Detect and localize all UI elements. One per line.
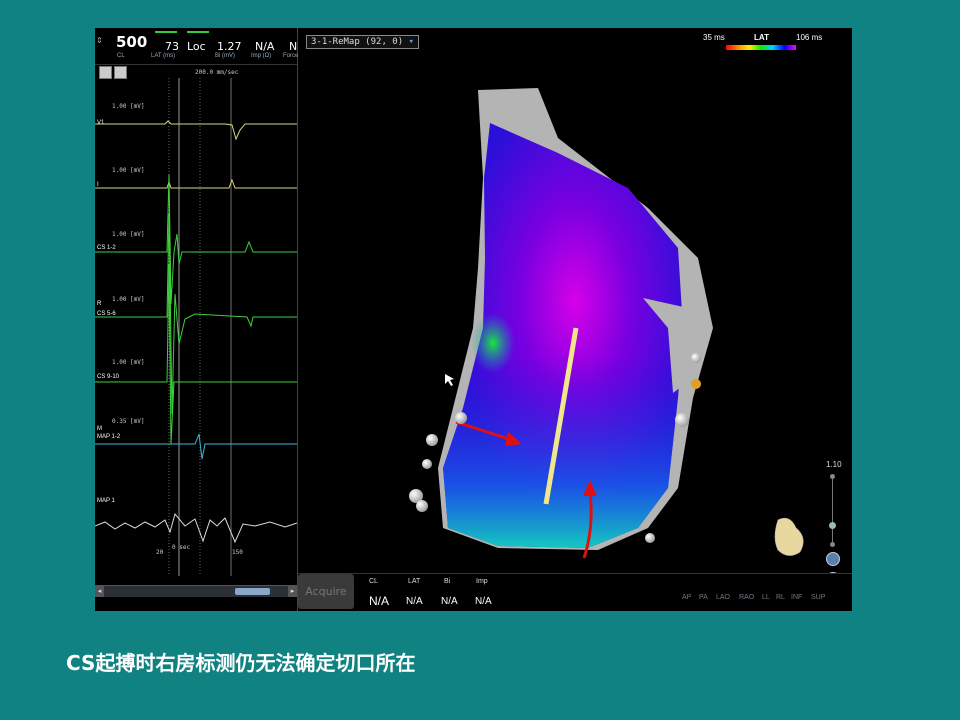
cl-value: 500 <box>116 33 148 51</box>
channel-marker: R <box>97 301 102 307</box>
column-header: Bi <box>444 578 451 585</box>
view-sup-button[interactable]: SUP <box>811 594 825 601</box>
signals-panel: ⇕ 500 CL 73 LAT (ms) Loc 1.27 Bi (mV) N/… <box>95 28 298 611</box>
column-value: N/A <box>406 596 423 607</box>
force-label: Force <box>283 53 299 59</box>
scroll-left-icon[interactable]: ◂ <box>95 586 104 597</box>
zoom-value: 1.10 <box>826 460 842 469</box>
channel-scale: 1.00 [mV] <box>112 296 145 303</box>
tag-point <box>455 412 467 424</box>
map-panel: 3-1-ReMap (92, 0) ▾ 35 ms LAT 106 ms 1.1… <box>298 28 852 611</box>
channel-name: I <box>97 182 99 188</box>
cl-spinner-icon[interactable]: ⇕ <box>96 36 103 45</box>
time-label-right: 150 <box>232 549 243 556</box>
column-header: Imp <box>476 578 488 585</box>
v1-trace <box>95 120 297 141</box>
scroll-right-icon[interactable]: ▸ <box>288 586 297 597</box>
channel-scale: 0.35 [mV] <box>112 418 145 425</box>
lat-label: LAT (ms) <box>151 53 176 59</box>
time-label-left: 20 <box>156 549 164 556</box>
lat-value: 73 <box>165 40 179 53</box>
column-header: LAT <box>408 578 421 585</box>
cs12-trace <box>95 173 297 305</box>
view-pa-button[interactable]: PA <box>699 594 708 601</box>
map12-trace <box>95 433 297 460</box>
reset-view-icon[interactable] <box>826 552 840 566</box>
view-lao-button[interactable]: LAO <box>716 594 730 601</box>
force-value: N <box>289 40 298 53</box>
channel-scale: 1.00 [mV] <box>112 231 145 238</box>
channel-scale: 1.00 [mV] <box>112 359 145 366</box>
channel-marker: M <box>97 426 102 432</box>
lat-indicator <box>155 31 177 33</box>
tag-point <box>416 500 428 512</box>
zoom-in-icon[interactable] <box>830 474 835 479</box>
tag-point <box>691 379 701 389</box>
channel-name: CS 5-6 <box>97 311 116 317</box>
column-value: N/A <box>369 594 390 608</box>
channel-scale: 1.00 [mV] <box>112 103 145 110</box>
channel-name: CS 1-2 <box>97 245 116 251</box>
channel-name: V1 <box>97 120 105 126</box>
tag-point <box>691 353 701 363</box>
zoom-slider-knob[interactable] <box>829 522 836 529</box>
tag-point <box>675 413 689 427</box>
early-activation-zone <box>471 313 515 373</box>
map1-trace <box>95 512 297 544</box>
channel-name: CS 9-10 <box>97 374 120 380</box>
status-bar: ⇕ 500 CL 73 LAT (ms) Loc 1.27 Bi (mV) N/… <box>95 28 299 65</box>
scroll-thumb[interactable] <box>235 588 270 595</box>
i-trace <box>95 178 297 189</box>
view-rl-button[interactable]: RL <box>776 594 785 601</box>
ecg-traces <box>95 78 297 576</box>
column-header: CL <box>369 578 378 585</box>
zoom-slider[interactable] <box>832 476 833 542</box>
time-label-zero: 0 sec <box>172 544 191 551</box>
cl-label: CL <box>117 53 125 59</box>
bi-label: Bi (mV) <box>215 53 235 59</box>
bi-indicator <box>187 31 209 33</box>
column-value: N/A <box>475 596 492 607</box>
column-value: N/A <box>441 596 458 607</box>
slide-caption: CS起搏时右房标测仍无法确定切口所在 <box>66 651 416 675</box>
channel-name: MAP 1-2 <box>97 434 121 440</box>
channel-scale: 1.00 [mV] <box>112 167 145 174</box>
point-info-panel: Acquire CL N/A LAT N/A Bi N/A Imp N/A AP… <box>298 573 852 611</box>
zoom-out-icon[interactable] <box>830 542 835 547</box>
view-rao-button[interactable]: RAO <box>739 594 754 601</box>
tag-point <box>422 459 432 469</box>
imp-value: N/A <box>255 40 275 53</box>
lat-map-3d[interactable] <box>298 28 852 573</box>
bi-value: 1.27 <box>217 40 242 53</box>
cs910-trace <box>95 263 297 445</box>
carto-screen: ⇕ 500 CL 73 LAT (ms) Loc 1.27 Bi (mV) N/… <box>95 28 852 611</box>
mouse-cursor-icon <box>445 374 454 386</box>
acquire-button[interactable]: Acquire <box>298 574 354 609</box>
view-inf-button[interactable]: INF <box>791 594 802 601</box>
channel-name: MAP 1 <box>97 498 115 504</box>
loc-label: Loc <box>187 40 206 53</box>
time-scrollbar[interactable]: ◂ ▸ <box>95 585 297 597</box>
cs56-trace <box>95 213 297 415</box>
tag-point <box>645 533 655 543</box>
tag-point <box>426 434 438 446</box>
imp-label: Imp (Ω) <box>251 53 272 59</box>
view-ll-button[interactable]: LL <box>762 594 770 601</box>
view-ap-button[interactable]: AP <box>682 594 691 601</box>
heart-orientation-icon <box>774 517 804 556</box>
